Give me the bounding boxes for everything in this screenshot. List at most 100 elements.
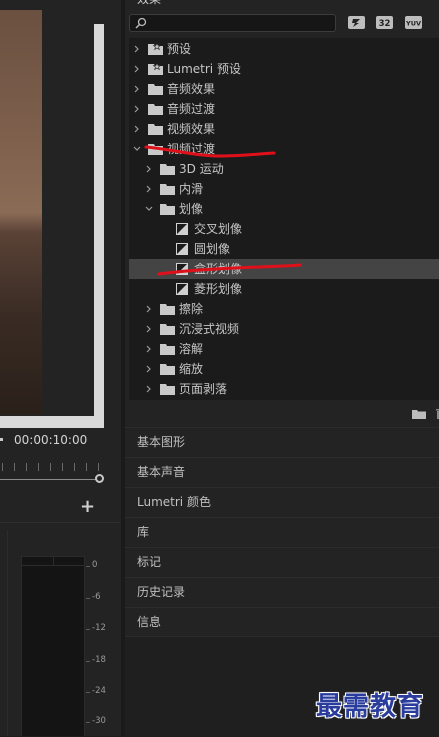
- meter-db-label: -12: [92, 623, 106, 633]
- folder-icon: [160, 324, 175, 335]
- divider: [7, 530, 8, 736]
- chevron-right-icon[interactable]: [142, 159, 156, 179]
- meter-db-label: -18: [92, 655, 106, 665]
- transition-icon: [176, 223, 188, 235]
- panel-tab-label: 历史记录: [137, 585, 186, 599]
- tree-item-folder[interactable]: 音频效果: [129, 79, 439, 99]
- panel-tab-label: Lumetri 颜色: [137, 495, 211, 509]
- tree-item-label: 内滑: [179, 182, 204, 196]
- folder-icon: [160, 164, 175, 175]
- program-monitor-panel: 00:00:10:00 + 0 -6 -12 -18 -24 -30: [0, 0, 121, 736]
- search-icon: [135, 17, 147, 29]
- yuv-label: YUV: [405, 20, 421, 28]
- folder-icon: [160, 204, 175, 215]
- watermark-logo: 最需教育: [316, 692, 425, 722]
- tree-item-folder[interactable]: 预设: [129, 39, 439, 59]
- tree-item-label: 盒形划像: [194, 262, 243, 276]
- yuv-icon[interactable]: YUV: [404, 15, 423, 30]
- 32-bit-icon[interactable]: 32: [375, 15, 394, 30]
- tree-item-folder[interactable]: 视频效果: [129, 119, 439, 139]
- chevron-down-icon[interactable]: [142, 199, 156, 219]
- tree-item-label: 音频过渡: [167, 102, 216, 116]
- ruler-tick: [26, 463, 27, 471]
- duration-timecode[interactable]: 00:00:10:00: [14, 433, 87, 447]
- folder-icon: [148, 104, 163, 115]
- meter-tick: [86, 661, 90, 662]
- tree-item-folder[interactable]: 擦除: [129, 299, 439, 319]
- panel-tab[interactable]: 信息: [125, 607, 439, 636]
- folder-icon: [148, 124, 163, 135]
- panel-tab[interactable]: 库: [125, 517, 439, 546]
- time-ruler[interactable]: [0, 461, 110, 473]
- tree-item-label: 页面剥落: [179, 382, 228, 396]
- tree-item-folder[interactable]: 音频过渡: [129, 99, 439, 119]
- new-bin-icon[interactable]: [412, 409, 426, 419]
- transition-icon: [176, 243, 188, 255]
- chevron-right-icon[interactable]: [142, 179, 156, 199]
- panel-tab[interactable]: 标记: [125, 547, 439, 576]
- chevron-right-icon[interactable]: [130, 79, 144, 99]
- ruler-tick: [14, 463, 15, 471]
- chevron-right-icon[interactable]: [142, 379, 156, 399]
- chevron-right-icon[interactable]: [142, 339, 156, 359]
- chevron-right-icon[interactable]: [130, 39, 144, 59]
- tree-item-folder[interactable]: Lumetri 预设: [129, 59, 439, 79]
- tree-item-label: Lumetri 预设: [167, 62, 241, 76]
- 32-bit-label: 32: [379, 19, 391, 29]
- preset-folder-icon: [148, 44, 163, 55]
- chevron-down-icon[interactable]: [130, 139, 144, 159]
- chevron-right-icon[interactable]: [130, 119, 144, 139]
- tree-item-transition[interactable]: 盒形划像: [129, 259, 439, 279]
- tree-item-folder[interactable]: 沉浸式视频: [129, 319, 439, 339]
- chevron-right-icon[interactable]: [130, 99, 144, 119]
- tree-item-transition[interactable]: 交叉划像: [129, 219, 439, 239]
- scrub-bar[interactable]: [0, 479, 96, 480]
- panel-tab[interactable]: 历史记录: [125, 577, 439, 606]
- tree-item-label: 缩放: [179, 362, 204, 376]
- effects-panel: 效果 32 YUV 预设 Lumetri 预设音频效果音频过渡视频效果视频过渡 3D…: [125, 0, 439, 737]
- ruler-tick: [50, 463, 51, 471]
- tree-item-folder[interactable]: 3D 运动: [129, 159, 439, 179]
- tree-item-folder[interactable]: 内滑: [129, 179, 439, 199]
- tree-item-folder[interactable]: 页面剥落: [129, 379, 439, 399]
- meter-db-label: 0: [92, 560, 98, 570]
- tree-item-label: 划像: [179, 202, 204, 216]
- tree-item-label: 视频效果: [167, 122, 216, 136]
- video-preview: [0, 10, 42, 415]
- effects-search-input[interactable]: [129, 14, 336, 32]
- playhead-handle[interactable]: [95, 474, 104, 483]
- tree-item-label: 圆划像: [194, 242, 231, 256]
- accelerated-effects-icon[interactable]: [347, 15, 366, 30]
- meter-tick: [86, 692, 90, 693]
- folder-icon: [148, 144, 163, 155]
- tree-item-transition[interactable]: 菱形划像: [129, 279, 439, 299]
- tree-item-folder[interactable]: 溶解: [129, 339, 439, 359]
- tree-item-label: 3D 运动: [179, 162, 224, 176]
- tree-item-folder[interactable]: 缩放: [129, 359, 439, 379]
- chevron-right-icon[interactable]: [130, 59, 144, 79]
- chevron-right-icon[interactable]: [142, 359, 156, 379]
- folder-icon: [160, 344, 175, 355]
- tree-item-label: 预设: [167, 42, 192, 56]
- tree-item-folder[interactable]: 划像: [129, 199, 439, 219]
- add-button[interactable]: +: [80, 496, 95, 517]
- panel-tab[interactable]: 基本声音: [125, 457, 439, 486]
- ruler-tick: [38, 463, 39, 471]
- ruler-tick: [62, 463, 63, 471]
- chevron-right-icon[interactable]: [142, 299, 156, 319]
- chevron-right-icon[interactable]: [142, 319, 156, 339]
- preset-folder-icon: [148, 64, 163, 75]
- timecode-dot: [0, 438, 3, 441]
- meter-tick: [86, 629, 90, 630]
- audio-meter: [21, 556, 85, 736]
- panel-tab[interactable]: 基本图形: [125, 427, 439, 456]
- meter-db-label: -24: [92, 686, 106, 696]
- transition-icon: [176, 283, 188, 295]
- panel-tab-label: 标记: [137, 555, 162, 569]
- panel-tab[interactable]: Lumetri 颜色: [125, 487, 439, 516]
- ruler-tick: [2, 463, 3, 471]
- panel-title[interactable]: 效果: [137, 0, 161, 7]
- tree-item-folder[interactable]: 视频过渡: [129, 139, 439, 159]
- tree-item-transition[interactable]: 圆划像: [129, 239, 439, 259]
- ruler-tick: [74, 463, 75, 471]
